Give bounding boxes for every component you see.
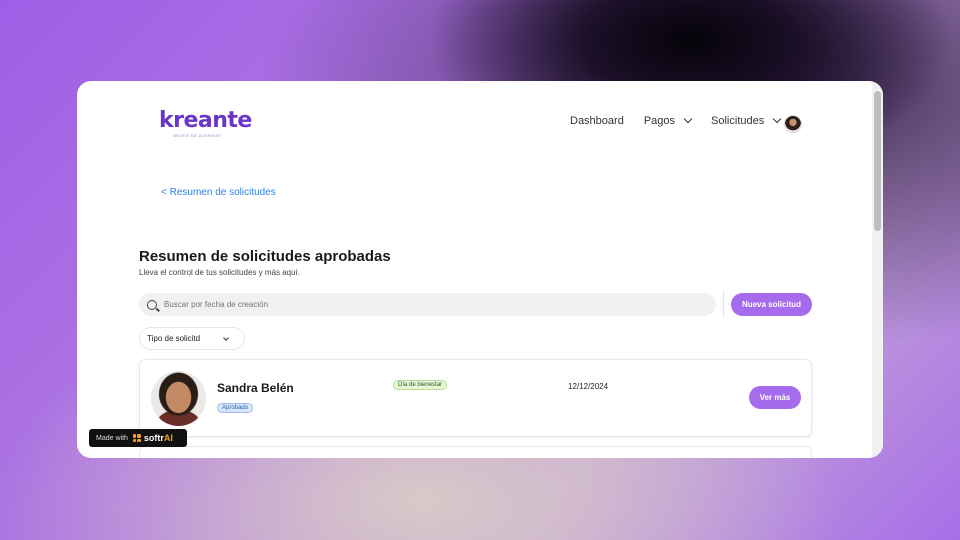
nav-label: Pagos <box>643 115 676 127</box>
view-more-button[interactable]: Ver más <box>749 386 801 409</box>
breadcrumb-back-link[interactable]: < Resumen de solicitudes <box>161 187 276 198</box>
chevron-down-icon <box>223 334 229 341</box>
softr-logo-icon <box>132 434 141 442</box>
page-title: Resumen de solicitudes aprobadas <box>139 248 391 265</box>
status-badge: Aprobado <box>217 403 254 413</box>
requester-name: Sandra Belén <box>217 381 294 395</box>
filter-label: Tipo de solicitd <box>147 334 201 343</box>
search-bar[interactable] <box>139 293 716 316</box>
chevron-down-icon <box>683 114 693 124</box>
app-window: kreante NEVER BE AVERAGE Dashboard Pagos… <box>77 81 883 458</box>
request-card <box>139 446 812 458</box>
scrollbar-thumb[interactable] <box>874 91 881 231</box>
nav-label: Solicitudes <box>711 115 765 127</box>
chevron-down-icon <box>772 114 782 124</box>
logo-text: kreante <box>159 108 252 133</box>
made-with-softr-badge[interactable]: Made with softrAI <box>89 429 187 447</box>
kreante-logo[interactable]: kreante NEVER BE AVERAGE <box>159 108 252 139</box>
softr-brand: softrAI <box>143 433 173 443</box>
search-icon <box>147 299 157 310</box>
requester-avatar <box>151 371 206 426</box>
page-subtitle: Lleva el control de tus solicitudes y má… <box>139 268 300 277</box>
logo-tagline: NEVER BE AVERAGE <box>173 133 222 138</box>
nav-item-dashboard[interactable]: Dashboard <box>570 115 624 127</box>
new-request-button[interactable]: Nueva solicitud <box>731 293 812 316</box>
nav-item-solicitudes[interactable]: Solicitudes <box>711 114 782 127</box>
nav-label: Dashboard <box>570 115 624 127</box>
user-avatar[interactable] <box>784 115 802 133</box>
request-type-badge: Día de bienestar <box>393 380 448 390</box>
nav-item-pagos[interactable]: Pagos <box>643 114 693 127</box>
request-type-filter[interactable]: Tipo de solicitd <box>139 327 245 350</box>
made-with-label: Made with <box>96 434 128 442</box>
divider <box>723 291 724 318</box>
search-input[interactable] <box>164 300 684 309</box>
request-card: Sandra Belén Aprobado Día de bienestar 1… <box>139 359 812 437</box>
request-date: 12/12/2024 <box>568 382 609 391</box>
main-nav: Dashboard Pagos Solicitudes <box>570 114 800 127</box>
scrollbar[interactable] <box>872 81 883 458</box>
